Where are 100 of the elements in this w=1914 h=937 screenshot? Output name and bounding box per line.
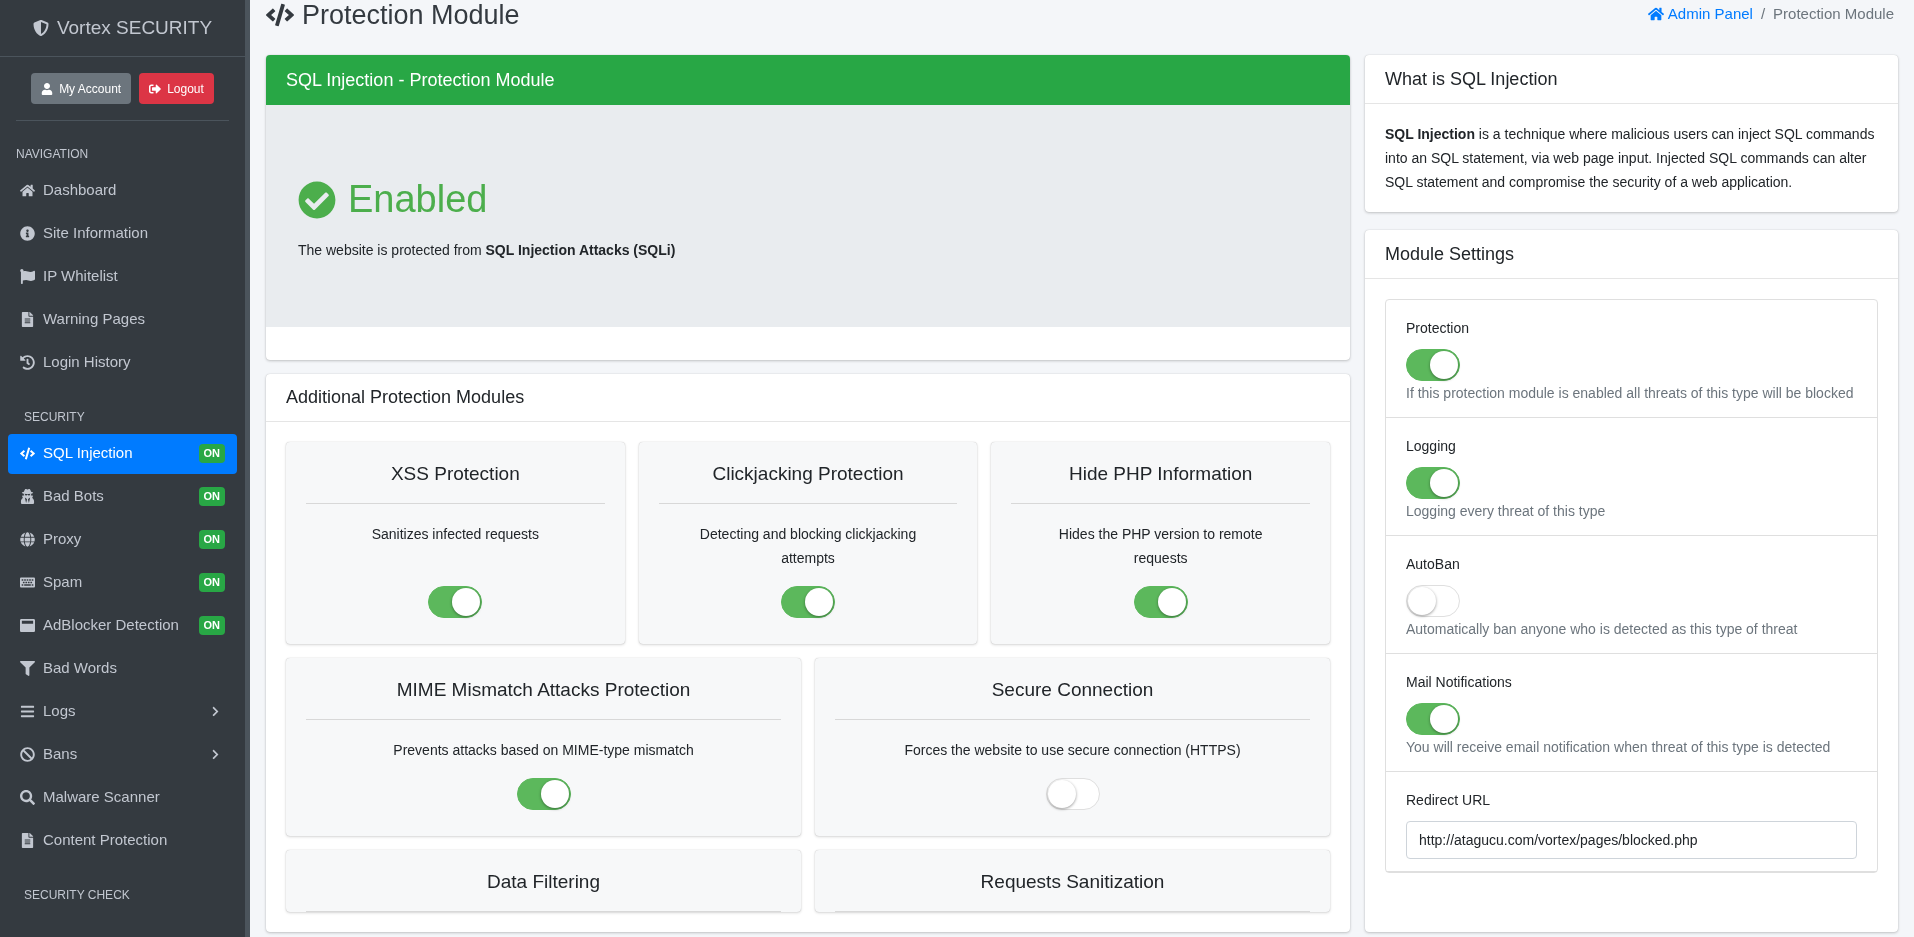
status-badge: ON (198, 487, 225, 506)
sidebar-item[interactable]: Warning Pages (8, 299, 237, 340)
code-icon (266, 1, 294, 29)
section-heading: NAVIGATION (15, 146, 90, 163)
sidebar-item-label: Bad Bots (43, 486, 105, 507)
search-icon (20, 790, 35, 805)
info-icon (20, 226, 35, 241)
chevron-icon (210, 749, 221, 760)
sidebar-item-label: Bad Words (43, 658, 118, 679)
user-icon (41, 82, 54, 95)
logout-button[interactable]: Logout (139, 73, 214, 104)
sidebar-item[interactable]: Dashboard (8, 170, 237, 211)
breadcrumb-separator: / (1760, 4, 1766, 24)
sidebar-item[interactable]: Proxy ON (8, 519, 237, 560)
card-title: Additional Protection Modules (286, 386, 525, 409)
setting-help: Logging every threat of this type (1406, 502, 1606, 521)
sidebar-item-label: SQL Injection (43, 443, 134, 464)
sidebar-item-label: Site Information (43, 223, 150, 244)
module-description: Prevents attacks based on MIME-type mismatch (392, 740, 695, 760)
sidebar-item-label: AdBlocker Detection (43, 615, 180, 636)
module-description: Detecting and blocking clickjacking attempts (698, 524, 918, 568)
sidebar-item-label: Malware Scanner (43, 787, 161, 808)
module-description: Sanitizes infected requests (370, 524, 540, 544)
module-title: MIME Mismatch Attacks Protection (306, 676, 781, 720)
history-icon (20, 355, 35, 370)
status-text: Enabled (348, 177, 488, 222)
setting-help: You will receive email notification when threat of this type is detected (1406, 738, 1831, 757)
sidebar-item[interactable]: Spam ON (8, 562, 237, 603)
sidebar-item[interactable]: AdBlocker Detection ON (8, 605, 237, 646)
status-badge: ON (198, 530, 225, 549)
toggle-switch[interactable] (516, 777, 571, 810)
toggle-switch[interactable] (1406, 467, 1460, 499)
sidebar-item[interactable]: SQL Injection ON (8, 433, 237, 474)
info-text: SQL Injection is a technique where malicious users can inject SQL commands into an SQL statement, via web page input. Injected SQL commands can alter SQL statement and compromise the security of a web application. (1384, 125, 1876, 192)
chevron-icon (210, 706, 221, 717)
setting-help: Automatically ban anyone who is detected as this type of threat (1406, 620, 1798, 639)
sidebar-item[interactable]: Bans (8, 734, 237, 775)
card-title: What is SQL Injection (1385, 67, 1558, 91)
module-title: Secure Connection (835, 676, 1310, 720)
setting-label: Protection (1406, 319, 1470, 338)
breadcrumb-link[interactable]: Admin Panel (1647, 3, 1753, 26)
sidebar-item-label: Logs (43, 701, 77, 722)
toggle-switch[interactable] (1406, 703, 1460, 735)
setting-label: Redirect URL (1406, 791, 1491, 810)
sidebar-item[interactable]: Site Information (8, 213, 237, 254)
sidebar-item[interactable]: Bad Bots ON (8, 476, 237, 517)
list-icon (20, 704, 35, 719)
module-title: Clickjacking Protection (658, 460, 958, 504)
toggle-switch[interactable] (1406, 349, 1460, 381)
sidebar-item-label: Content Protection (43, 830, 169, 851)
sidebar-item-label: Spam (43, 572, 84, 593)
sidebar-item-label: IP Whitelist (43, 266, 119, 287)
module-title: Requests Sanitization (835, 868, 1310, 912)
keyboard-icon (20, 575, 35, 590)
sidebar-item-label: Login History (43, 352, 132, 373)
module-description: Hides the PHP version to remote requests (1057, 524, 1264, 568)
toggle-switch[interactable] (1133, 585, 1188, 618)
section-heading: SECURITY CHECK (23, 887, 131, 904)
setting-help: If this protection module is enabled all threats of this type will be blocked (1406, 384, 1854, 403)
sidebar-item[interactable]: IP Whitelist (8, 256, 237, 297)
card-title: Module Settings (1385, 242, 1515, 266)
window-icon (20, 618, 35, 633)
module-title: Hide PHP Information (1011, 460, 1310, 504)
document-icon (20, 312, 35, 327)
sidebar-item-label: Warning Pages (43, 309, 146, 330)
status-badge: ON (198, 616, 225, 635)
shield-logo-icon (32, 20, 49, 36)
sidebar-item-label: Bans (43, 744, 79, 765)
toggle-switch[interactable] (428, 586, 483, 618)
card-header: SQL Injection - Protection Module (266, 55, 1350, 105)
module-description: Forces the website to use secure connection (HTTPS) (903, 740, 1242, 760)
sidebar-item[interactable]: Malware Scanner (8, 777, 237, 818)
document-icon (20, 833, 35, 848)
sidebar-item[interactable]: Login History (8, 342, 237, 383)
setting-label: AutoBan (1406, 555, 1460, 574)
setting-label: Logging (1406, 437, 1456, 456)
account-button[interactable]: My Account (31, 73, 132, 104)
section-heading: SECURITY (23, 409, 86, 426)
logout-icon (149, 82, 162, 95)
setting-label: Mail Notifications (1406, 673, 1512, 692)
status-message: The website is protected from SQL Injection Attacks (SQLi) (298, 241, 677, 260)
filter-icon (20, 661, 35, 676)
module-title: XSS Protection (306, 460, 605, 504)
sidebar-item[interactable]: Logs (8, 691, 237, 732)
brand-title: Vortex SECURITY (56, 15, 213, 40)
sidebar-item[interactable]: Content Protection (8, 820, 237, 861)
status-badge: ON (198, 573, 225, 592)
page-title: Protection Module (302, 0, 520, 30)
breadcrumb-current: Protection Module (1773, 4, 1894, 24)
sidebar-item-label: Dashboard (43, 180, 118, 201)
home-icon (1647, 6, 1664, 23)
url-field[interactable]: http://atagucu.com/vortex/pages/blocked.php (1406, 821, 1857, 859)
home-icon (20, 183, 35, 198)
sidebar-item[interactable]: Bad Words (8, 648, 237, 689)
ban-icon (20, 747, 35, 762)
toggle-switch[interactable] (781, 586, 835, 618)
status-badge: ON (198, 444, 225, 463)
code-icon (20, 446, 35, 461)
sidebar-item-label: Proxy (43, 529, 83, 550)
module-title: Data Filtering (306, 868, 781, 912)
